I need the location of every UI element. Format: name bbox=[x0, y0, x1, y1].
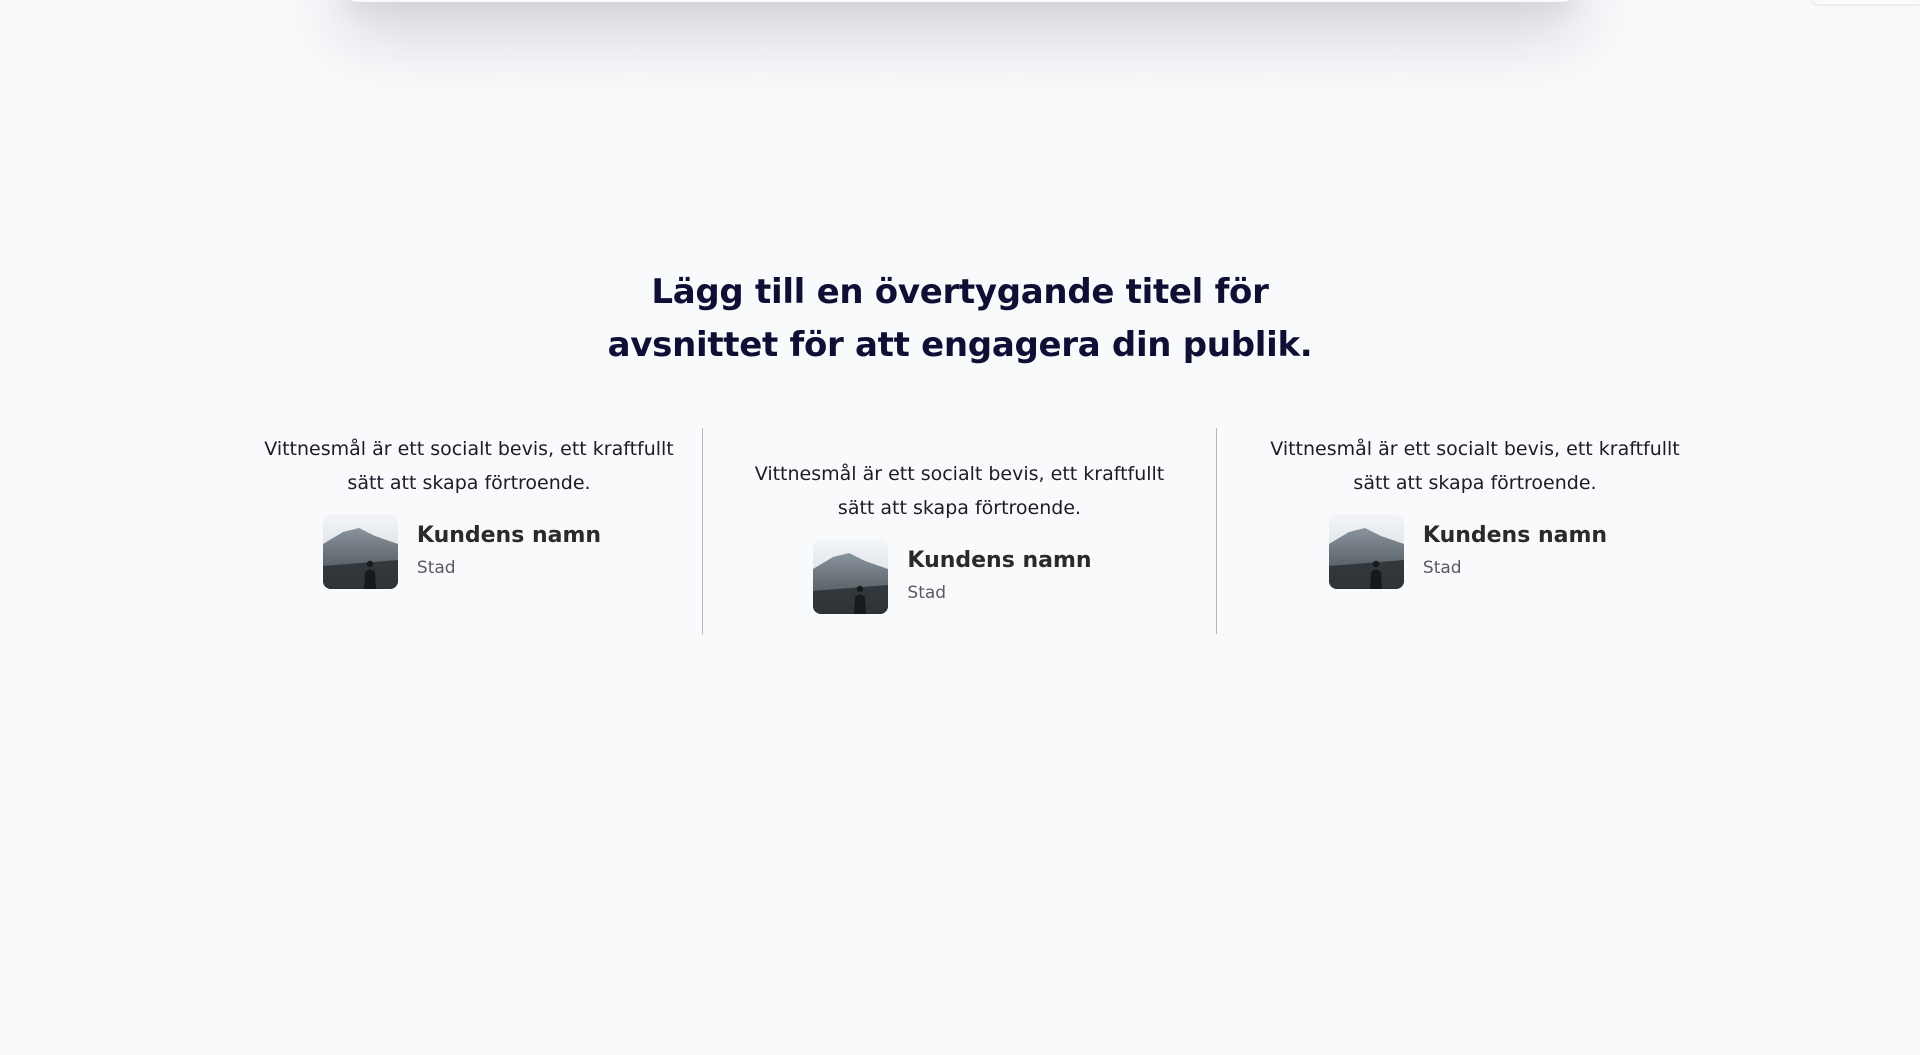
header-corner-element bbox=[1812, 0, 1920, 4]
testimonials-section: Lägg till en övertygande titel för avsni… bbox=[0, 266, 1920, 372]
author-info: Kundens namn Stad bbox=[1423, 521, 1607, 583]
testimonial-card: Vittnesmål är ett socialt bevis, ett kra… bbox=[1217, 428, 1733, 634]
mountain-person-photo-icon bbox=[322, 514, 398, 589]
customer-name: Kundens namn bbox=[1422, 522, 1608, 548]
avatar bbox=[1328, 514, 1404, 589]
author-info: Kundens namn Stad bbox=[907, 546, 1091, 608]
testimonial-quote: Vittnesmål är ett socialt bevis, ett kra… bbox=[1270, 438, 1680, 494]
mountain-person-photo-icon bbox=[1328, 514, 1404, 589]
customer-city: Stad bbox=[907, 582, 947, 603]
section-title: Lägg till en övertygande titel för avsni… bbox=[607, 272, 1313, 365]
header-card bbox=[342, 0, 1578, 2]
page: Lägg till en övertygande titel för avsni… bbox=[0, 0, 1920, 1055]
customer-city: Stad bbox=[1422, 557, 1462, 578]
testimonial-quote: Vittnesmål är ett socialt bevis, ett kra… bbox=[754, 463, 1165, 519]
testimonial-quote: Vittnesmål är ett socialt bevis, ett kra… bbox=[264, 438, 674, 494]
testimonial-card: Vittnesmål är ett socialt bevis, ett kra… bbox=[703, 428, 1216, 634]
testimonial-card: Vittnesmål är ett socialt bevis, ett kra… bbox=[236, 428, 702, 634]
testimonial-author: Kundens namn Stad bbox=[1328, 514, 1607, 589]
author-info: Kundens namn Stad bbox=[417, 521, 601, 583]
avatar bbox=[813, 539, 889, 614]
customer-name: Kundens namn bbox=[907, 547, 1092, 573]
customer-city: Stad bbox=[416, 557, 456, 578]
testimonial-author: Kundens namn Stad bbox=[322, 514, 601, 589]
testimonials-row: Vittnesmål är ett socialt bevis, ett kra… bbox=[0, 428, 1920, 634]
testimonial-author: Kundens namn Stad bbox=[813, 539, 1092, 614]
avatar bbox=[322, 514, 398, 589]
mountain-person-photo-icon bbox=[813, 539, 889, 614]
customer-name: Kundens namn bbox=[416, 522, 602, 548]
